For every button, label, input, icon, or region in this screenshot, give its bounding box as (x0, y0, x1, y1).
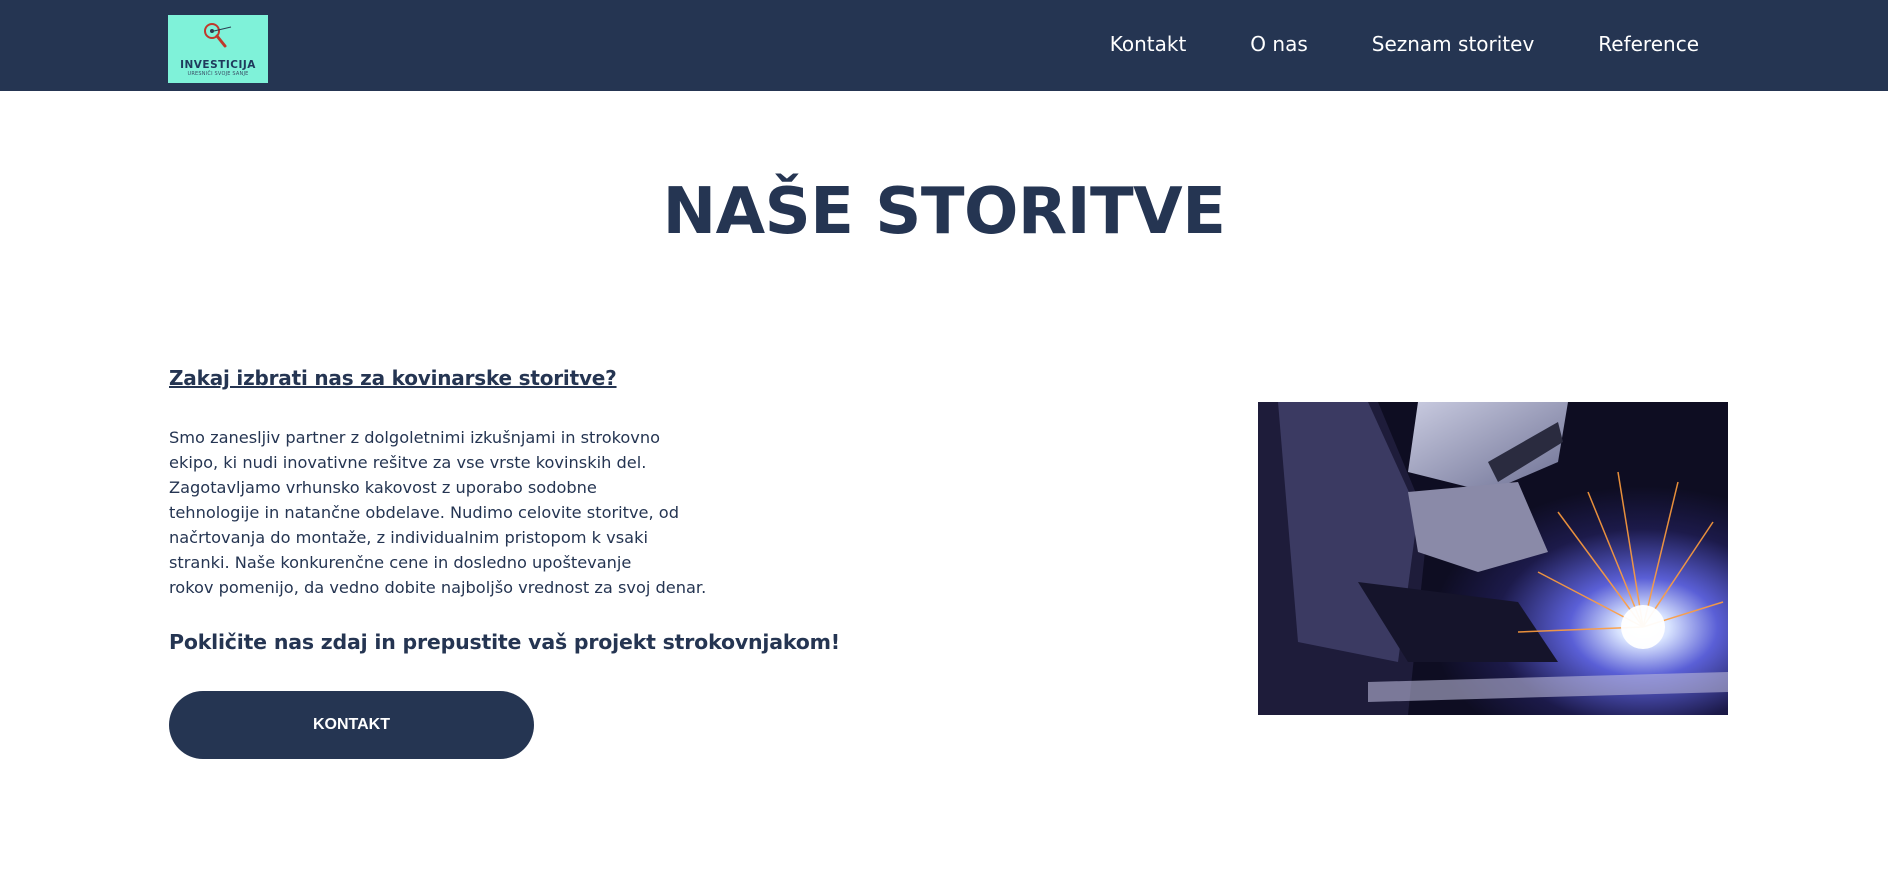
main-nav: Kontakt O nas Seznam storitev Reference (1110, 0, 1699, 91)
page-title: NAŠE STORITVE (662, 175, 1226, 249)
body-line: ekipo, ki nudi inovativne rešitve za vse… (169, 453, 647, 472)
kontakt-button[interactable]: KONTAKT (169, 691, 534, 759)
call-to-action-text: Pokličite nas zdaj in prepustite vaš pro… (169, 630, 840, 654)
body-line: Smo zanesljiv partner z dolgoletnimi izk… (169, 428, 661, 447)
body-line: tehnologije in natančne obdelave. Nudimo… (169, 503, 679, 522)
body-line: rokov pomenijo, da vedno dobite najboljš… (169, 578, 707, 597)
nav-link-o-nas[interactable]: O nas (1250, 34, 1307, 54)
logo-name: INVESTICIJA (180, 58, 256, 71)
top-navigation-bar: INVESTICIJA URESNIČI SVOJE SANJE Kontakt… (0, 0, 1888, 91)
site-logo[interactable]: INVESTICIJA URESNIČI SVOJE SANJE (168, 15, 268, 83)
body-line: stranki. Naše konkurenčne cene in dosled… (169, 553, 632, 572)
body-line: Zagotavljamo vrhunsko kakovost z uporabo… (169, 478, 597, 497)
body-paragraph: Smo zanesljiv partner z dolgoletnimi izk… (169, 425, 729, 600)
section-heading: Zakaj izbrati nas za kovinarske storitve… (169, 366, 617, 390)
nav-link-seznam-storitev[interactable]: Seznam storitev (1372, 34, 1535, 54)
magnifier-icon (204, 23, 232, 48)
welding-illustration (1258, 402, 1728, 715)
body-line: načrtovanja do montaže, z individualnim … (169, 528, 648, 547)
nav-link-kontakt[interactable]: Kontakt (1110, 34, 1187, 54)
nav-link-reference[interactable]: Reference (1598, 34, 1699, 54)
logo-tagline: URESNIČI SVOJE SANJE (187, 71, 249, 77)
welding-photo (1258, 402, 1728, 715)
